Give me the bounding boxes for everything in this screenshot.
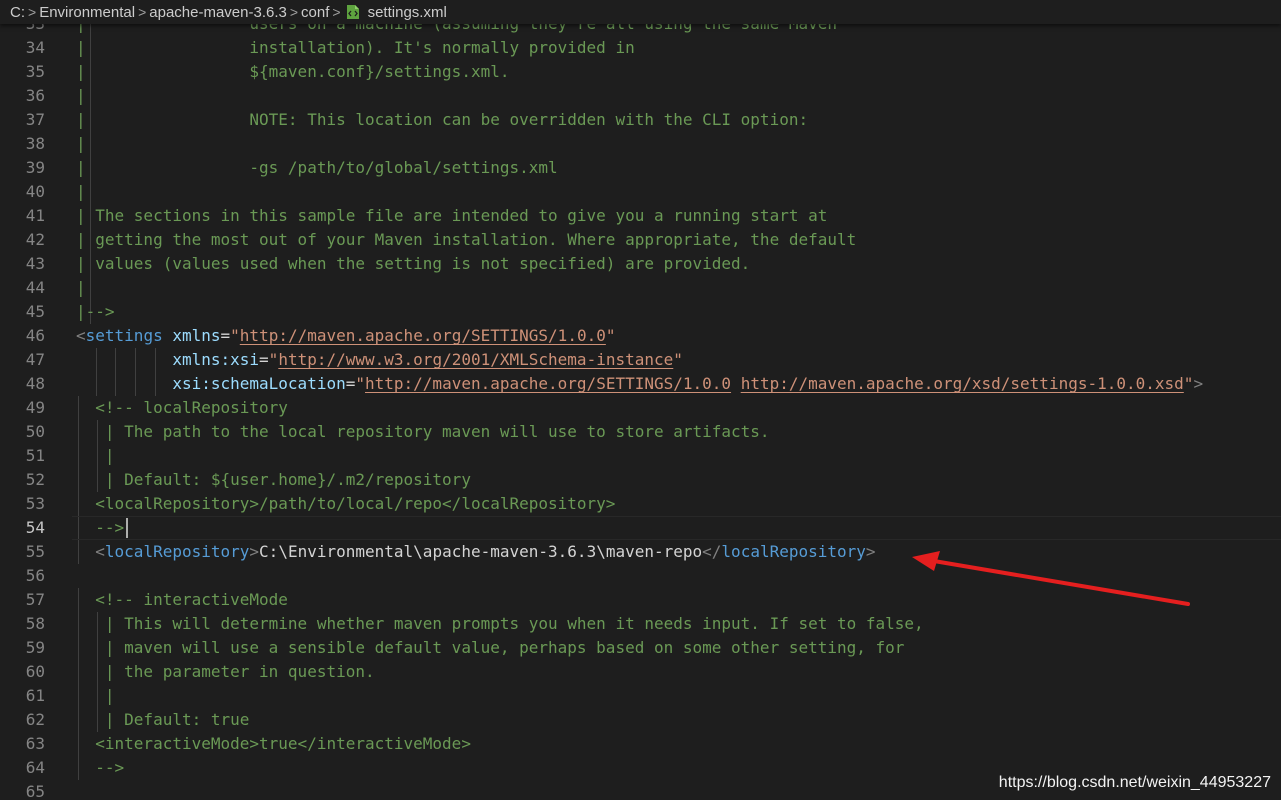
breadcrumb-item-conf[interactable]: conf (301, 4, 329, 21)
breadcrumb-item-drive[interactable]: C: (10, 4, 25, 21)
xml-file-icon (346, 4, 360, 28)
breadcrumb: C: > Environmental > apache-maven-3.6.3 > conf… (0, 0, 1281, 24)
chevron-right-icon: > (28, 4, 37, 20)
chevron-right-icon: > (289, 4, 299, 20)
watermark: https://blog.csdn.net/weixin_44953227 (998, 774, 1271, 791)
breadcrumb-item-environmental[interactable]: Environmental (39, 4, 135, 21)
annotation-arrow (912, 551, 1190, 606)
chevron-right-icon: > (332, 4, 341, 20)
breadcrumb-file[interactable]: settings.xml (368, 4, 447, 21)
code-editor[interactable]: 33| users on a machine (assuming they're… (0, 24, 1281, 800)
breadcrumb-item-maven[interactable]: apache-maven-3.6.3 (149, 4, 287, 21)
chevron-right-icon: > (138, 4, 147, 20)
